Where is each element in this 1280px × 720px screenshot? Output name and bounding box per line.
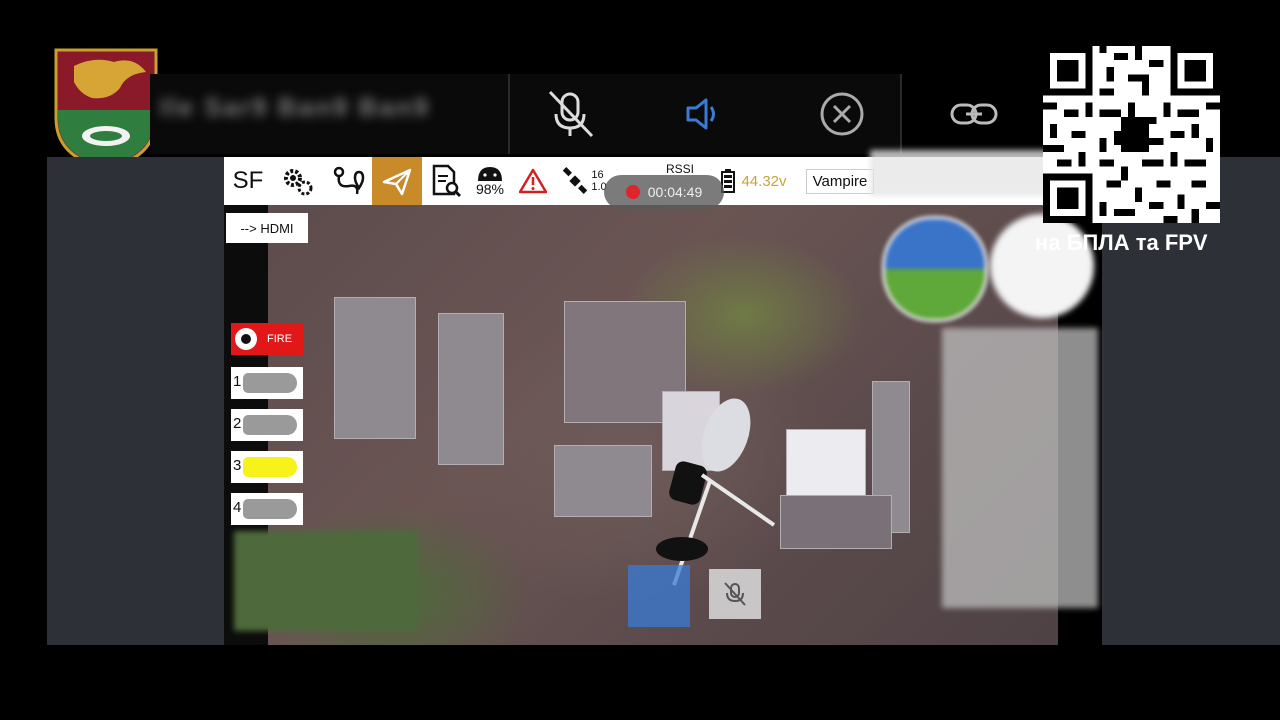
bomb-slot-2[interactable]: 2 [231,409,303,441]
bomb-slot-3[interactable]: 3 [231,451,303,483]
brigade-emblem [54,48,158,170]
attitude-indicator [882,216,988,322]
qr-code-icon [1043,46,1220,223]
close-circle-icon [820,92,864,136]
bomb-icon-selected [243,457,297,477]
mute-mic-button[interactable] [544,88,596,140]
gears-icon [284,169,313,196]
satellite-count: 16 [591,169,604,181]
profile-select[interactable]: Vampire [802,157,878,205]
fire-label: FIRE [267,333,293,345]
settings-button[interactable] [276,157,320,205]
speaker-icon [686,98,715,130]
fire-button[interactable]: FIRE [231,323,303,355]
ruined-building [438,313,504,465]
android-battery: 98% [470,157,510,205]
promo-text: на БПЛА та FPV [1035,230,1208,255]
recording-indicator: 00:04:49 [604,175,724,209]
bomb-slot-4[interactable]: 4 [231,493,303,525]
call-bar-divider [508,74,510,154]
left-side-panel [47,157,224,645]
bomb-slot-number: 3 [233,457,242,474]
voltage-value: 44.32v [741,172,787,190]
warning-button[interactable] [516,157,550,205]
route-pin-icon [333,166,365,195]
caller-name: Ile Sar9 Ban9 Ban9 [160,92,431,122]
battery-voltage: 44.32v [714,157,794,205]
bomb-slot-number: 2 [233,415,242,432]
satellite-icon [563,167,588,194]
brand-label: SF [232,167,264,194]
link-icon [950,103,998,125]
send-mode-button[interactable] [372,157,422,205]
mic-off-button[interactable] [709,569,761,619]
hdmi-button[interactable]: --> HDMI [226,213,308,243]
speaker-button[interactable] [676,88,728,140]
bomb-icon [243,415,297,435]
android-icon [478,167,502,181]
mic-off-icon [724,582,746,606]
bomb-slot-1[interactable]: 1 [231,367,303,399]
secondary-camera-view [234,531,418,631]
bomb-slot-number: 4 [233,499,242,516]
record-dot-icon [625,185,640,199]
recording-time: 00:04:49 [647,184,703,200]
paper-plane-icon [382,168,412,196]
share-link-button[interactable] [948,88,1000,140]
bomb-icon [243,499,297,519]
log-search-button[interactable] [426,157,466,205]
qr-code[interactable] [1043,46,1220,223]
warning-icon [519,168,547,194]
ruined-building [554,445,652,517]
call-bar-divider [900,74,902,154]
end-call-button[interactable] [816,88,868,140]
bomb-slot-number: 1 [233,373,242,390]
telemetry-list [942,328,1098,608]
profile-name: Vampire [805,168,875,194]
battery-percent: 98% [475,181,505,197]
ruined-building [334,297,416,439]
hand-mode-button[interactable] [628,565,690,627]
target-icon [235,328,257,350]
mic-off-icon [548,90,594,138]
route-button[interactable] [326,157,370,205]
bomb-icon [243,373,297,393]
gps-satellites: 16 1.0 [556,157,612,205]
document-search-icon [432,164,462,198]
